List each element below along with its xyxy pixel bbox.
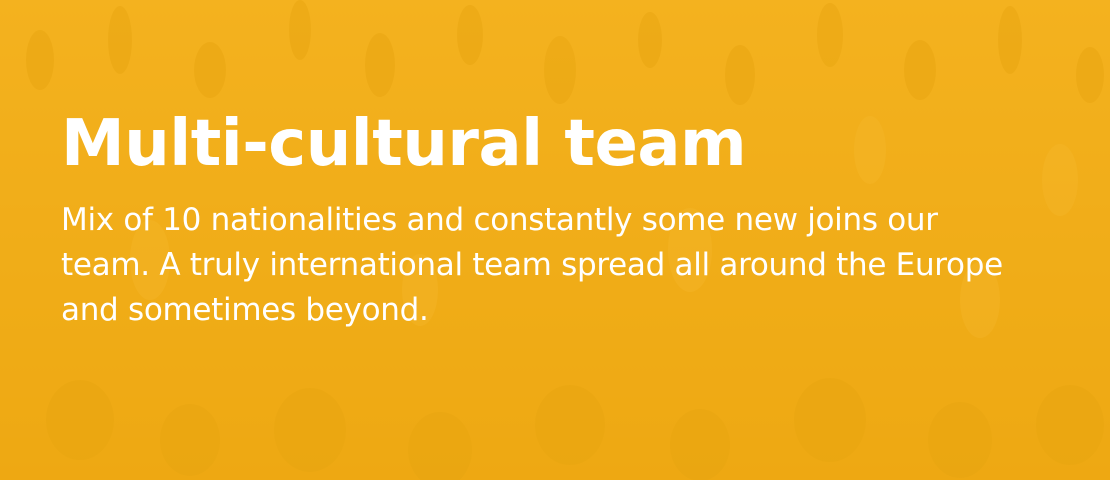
hero-banner: Multi-cultural team Mix of 10 nationalit…	[0, 0, 1110, 480]
hero-title: Multi-cultural team	[61, 107, 747, 181]
hero-description: Mix of 10 nationalities and constantly s…	[61, 202, 1003, 328]
hero-content: Multi-cultural team Mix of 10 nationalit…	[61, 106, 1061, 333]
